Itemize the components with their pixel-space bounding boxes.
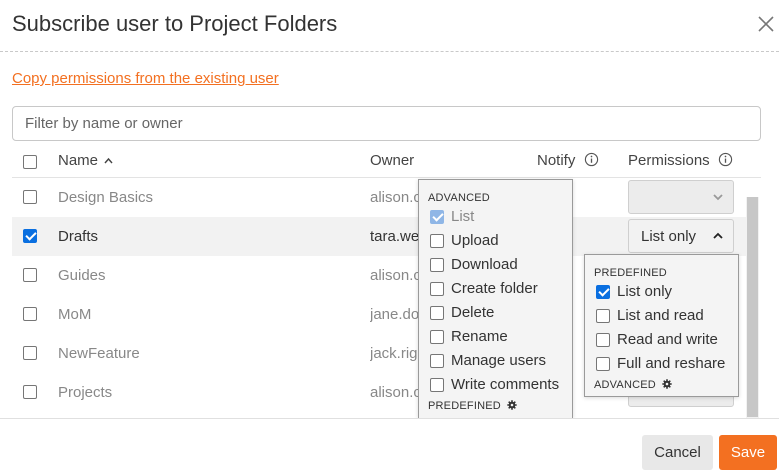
folder-owner: jack.rig xyxy=(370,345,418,362)
option-label: List and read xyxy=(617,307,704,324)
option-checkbox[interactable] xyxy=(596,309,610,323)
option-checkbox[interactable] xyxy=(430,258,444,272)
dialog-header: Subscribe user to Project Folders xyxy=(0,0,779,52)
option-label: Write comments xyxy=(451,376,560,393)
scrollbar-thumb[interactable] xyxy=(747,197,758,417)
option-checkbox[interactable] xyxy=(430,282,444,296)
option-label: Upload xyxy=(451,232,499,249)
option-checkbox[interactable] xyxy=(596,357,610,371)
folder-name: Drafts xyxy=(58,228,99,245)
option-label: Full and reshare xyxy=(617,355,726,372)
folder-owner: alison.c xyxy=(370,267,418,284)
folder-name: MoM xyxy=(58,306,92,323)
option-label: List only xyxy=(617,283,673,300)
gear-icon xyxy=(662,379,672,389)
folder-name: Design Basics xyxy=(58,189,154,206)
option-label: Manage users xyxy=(451,352,547,369)
permission-select-value: List only xyxy=(641,228,697,245)
folder-owner: alison.c xyxy=(370,189,418,206)
option-label: Create folder xyxy=(451,280,538,297)
column-header-notify: Notify xyxy=(537,152,599,169)
chevron-up-icon xyxy=(713,232,723,239)
folder-name: Projects xyxy=(58,384,113,401)
copy-permissions-link[interactable]: Copy permissions from the existing user xyxy=(12,70,279,87)
column-header-permissions: Permissions xyxy=(628,152,733,169)
section-predefined-toggle[interactable]: PREDEFINED xyxy=(428,400,517,412)
row-checkbox[interactable] xyxy=(23,307,37,321)
gear-icon xyxy=(507,400,517,410)
chevron-down-icon xyxy=(713,194,723,201)
option-checkbox[interactable] xyxy=(430,330,444,344)
option-checkbox[interactable] xyxy=(596,285,610,299)
row-checkbox[interactable] xyxy=(23,268,37,282)
option-checkbox[interactable] xyxy=(596,333,610,347)
row-checkbox[interactable] xyxy=(23,385,37,399)
option-checkbox[interactable] xyxy=(430,354,444,368)
section-advanced-label: ADVANCED xyxy=(428,192,490,204)
folder-owner: alison.c xyxy=(370,384,418,401)
section-predefined-label: PREDEFINED xyxy=(594,267,667,279)
sort-ascending-icon xyxy=(104,157,113,164)
dialog-title: Subscribe user to Project Folders xyxy=(12,11,338,36)
section-advanced-toggle[interactable]: ADVANCED xyxy=(594,379,672,391)
option-label: Delete xyxy=(451,304,495,321)
cancel-button[interactable]: Cancel xyxy=(642,435,713,470)
option-label: List xyxy=(451,208,475,225)
option-label: Rename xyxy=(451,328,508,345)
save-button[interactable]: Save xyxy=(719,435,777,470)
option-checkbox[interactable] xyxy=(430,306,444,320)
folder-owner: tara.we xyxy=(370,228,418,245)
option-checkbox[interactable] xyxy=(430,234,444,248)
option-label: Download xyxy=(451,256,518,273)
predefined-permissions-popup: PREDEFINED List only List and read Read … xyxy=(584,254,739,397)
notify-info-icon[interactable] xyxy=(584,152,599,167)
option-checkbox xyxy=(430,210,444,224)
permission-select-disabled xyxy=(628,180,734,214)
folder-name: NewFeature xyxy=(58,345,140,362)
advanced-permissions-popup: ADVANCED List Upload Download Create fol… xyxy=(418,179,573,418)
row-checkbox[interactable] xyxy=(23,229,37,243)
column-header-owner[interactable]: Owner xyxy=(370,152,414,169)
option-label: Read and write xyxy=(617,331,718,348)
filter-input[interactable] xyxy=(12,106,761,141)
folder-name: Guides xyxy=(58,267,106,284)
column-header-name[interactable]: Name xyxy=(58,152,113,169)
select-all-checkbox[interactable] xyxy=(23,155,37,169)
option-checkbox[interactable] xyxy=(430,378,444,392)
permission-select[interactable]: List only xyxy=(628,219,734,253)
folder-owner: jane.do xyxy=(370,306,418,323)
permissions-info-icon[interactable] xyxy=(718,152,733,167)
row-checkbox[interactable] xyxy=(23,346,37,360)
close-icon[interactable] xyxy=(756,14,776,34)
row-checkbox[interactable] xyxy=(23,190,37,204)
